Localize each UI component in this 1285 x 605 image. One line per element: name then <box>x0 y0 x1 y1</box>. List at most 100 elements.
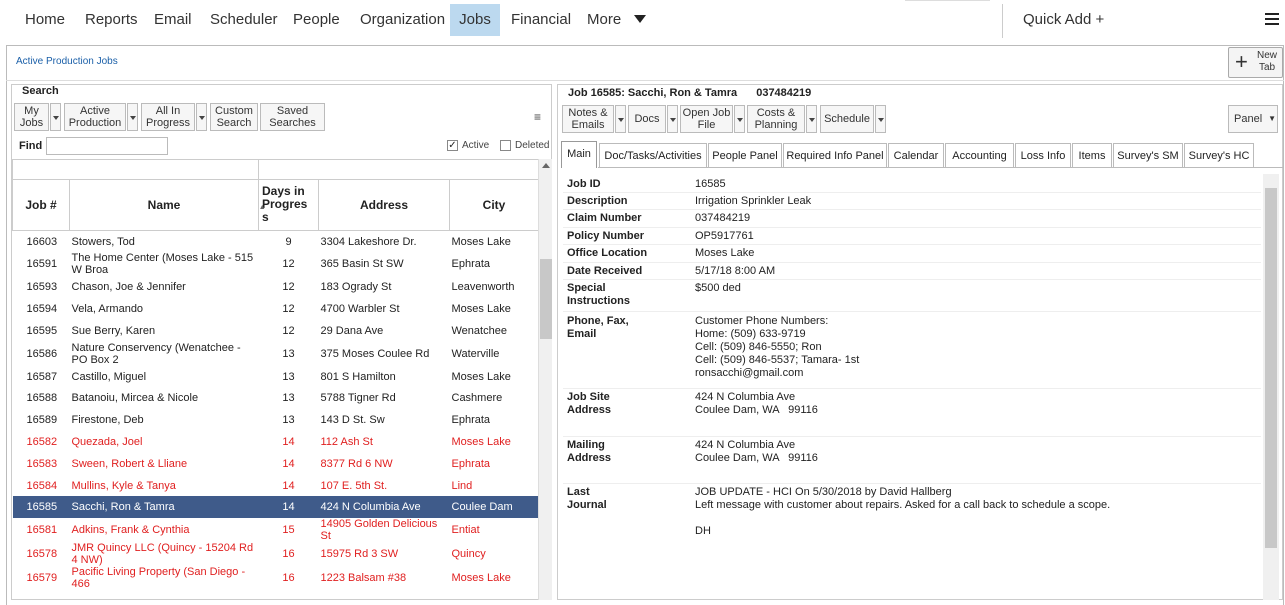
divider <box>563 209 1261 210</box>
nav-scheduler[interactable]: Scheduler <box>202 4 286 36</box>
column-header-days[interactable]: Days in Progres s▲ <box>258 179 319 231</box>
breadcrumb[interactable]: Active Production Jobs <box>16 56 118 67</box>
column-header-job[interactable]: Job # <box>12 179 70 231</box>
chevron-down-icon[interactable] <box>615 105 626 133</box>
tab-required-info[interactable]: Required Info Panel <box>783 143 887 167</box>
quick-add-button[interactable]: Quick Add + <box>1015 4 1112 36</box>
details-scrollbar[interactable] <box>1263 174 1279 600</box>
schedule-button[interactable]: Schedule <box>820 105 874 133</box>
cell-address: 3304 Lakeshore Dr. <box>320 235 417 248</box>
table-row[interactable]: 16579 Pacific Living Property (San Diego … <box>13 566 539 590</box>
tab-surveys-hc[interactable]: Survey's HC <box>1184 143 1254 167</box>
cell-address: 424 N Columbia Ave <box>318 496 450 519</box>
chevron-down-icon[interactable] <box>734 105 745 133</box>
table-row-selected[interactable]: 16585 Sacchi, Ron & Tamra 14 424 N Columbia… <box>12 496 538 519</box>
chevron-down-icon[interactable] <box>875 105 886 133</box>
table-row[interactable]: 16587 Castillo, Miguel 13 801 S Hamilton Mos… <box>13 366 539 388</box>
nav-reports[interactable]: Reports <box>77 4 146 36</box>
table-row[interactable]: 16593 Chason, Joe & Jennifer 12 183 Ogrady … <box>13 276 539 298</box>
new-tab-button[interactable]: + New Tab <box>1228 47 1283 78</box>
panel-button[interactable]: Panel ▼ <box>1228 105 1278 133</box>
divider <box>563 227 1261 228</box>
field-value: OP5917761 <box>695 230 754 242</box>
nav-jobs[interactable]: Jobs <box>450 4 500 36</box>
active-checkbox[interactable]: ✓ <box>447 140 458 151</box>
cell-address: 4700 Warbler St <box>320 302 400 315</box>
deleted-checkbox[interactable] <box>500 140 511 151</box>
active-production-button[interactable]: Active Production <box>64 103 126 131</box>
nav-home[interactable]: Home <box>17 4 73 36</box>
tab-doc-tasks[interactable]: Doc/Tasks/Activities <box>599 143 707 167</box>
docs-button[interactable]: Docs <box>628 105 666 133</box>
costs-planning-button[interactable]: Costs & Planning <box>747 105 805 133</box>
table-row[interactable]: 16589 Firestone, Deb 13 143 D St. Sw Ephrata <box>13 409 539 431</box>
saved-searches-button[interactable]: Saved Searches <box>260 103 325 131</box>
all-in-progress-button[interactable]: All In Progress <box>141 103 195 131</box>
cell-city: Coulee Dam <box>449 496 538 519</box>
table-row[interactable]: 16578 JMR Quincy LLC (Quincy - 15204 Rd 4… <box>13 542 539 566</box>
search-legend: Search <box>19 85 62 97</box>
chevron-down-icon[interactable] <box>806 105 817 133</box>
cell-days: 12 <box>282 302 295 315</box>
table-row[interactable]: 16595 Sue Berry, Karen 12 29 Dana Ave Wenatc… <box>13 320 539 342</box>
table-row[interactable]: 16582 Quezada, Joel 14 112 Ash St Moses Lake <box>13 431 539 453</box>
open-job-file-button[interactable]: Open Job File <box>680 105 733 133</box>
my-jobs-button[interactable]: My Jobs <box>14 103 49 131</box>
column-header-city[interactable]: City <box>448 179 538 231</box>
tab-calendar[interactable]: Calendar <box>888 143 944 167</box>
divider <box>563 311 1261 312</box>
nav-more[interactable]: More <box>579 4 629 36</box>
table-row[interactable]: 16581 Adkins, Frank & Cynthia 15 14905 Gold… <box>13 518 539 542</box>
field-label: Phone, Fax, Email <box>567 315 629 340</box>
table-row[interactable]: 16584 Mullins, Kyle & Tanya 14 107 E. 5th S… <box>13 475 539 497</box>
nav-email[interactable]: Email <box>146 4 200 36</box>
cell-city: Wenatchee <box>451 324 507 337</box>
table-row[interactable]: 16583 Sween, Robert & Lliane 14 8377 Rd 6 N… <box>13 453 539 475</box>
notes-emails-button[interactable]: Notes & Emails <box>562 105 614 133</box>
list-menu-icon[interactable]: ≡ <box>534 110 541 124</box>
tab-loss-info[interactable]: Loss Info <box>1015 143 1071 167</box>
job-title: Job 16585: Sacchi, Ron & Tamra <box>568 87 738 99</box>
chevron-down-icon[interactable] <box>127 103 138 131</box>
hamburger-menu-icon[interactable] <box>1265 13 1279 28</box>
table-row[interactable]: 16591 The Home Center (Moses Lake - 515 W… <box>13 252 539 276</box>
nav-people[interactable]: People <box>285 4 348 36</box>
column-header-address[interactable]: Address <box>318 179 450 231</box>
grid-scrollbar[interactable] <box>538 159 552 600</box>
chevron-down-icon[interactable] <box>634 15 646 23</box>
table-row[interactable]: 16586 Nature Conservency (Wenatchee - PO … <box>13 342 539 366</box>
tab-items[interactable]: Items <box>1072 143 1112 167</box>
column-header-name[interactable]: Name <box>69 179 259 231</box>
cell-name: Pacific Living Property (San Diego - 466 <box>71 566 246 591</box>
cell-city: Moses Lake <box>451 572 511 585</box>
field-label: Job Site Address <box>567 391 612 416</box>
column-header-days-label: Days in Progres s <box>262 183 308 224</box>
chevron-down-icon[interactable] <box>50 103 61 131</box>
scrollbar-thumb[interactable] <box>1265 188 1277 548</box>
cell-days: 13 <box>282 414 295 427</box>
table-row[interactable]: 16603 Stowers, Tod 9 3304 Lakeshore Dr. Mose… <box>13 231 539 253</box>
tab-surveys-sm[interactable]: Survey's SM <box>1113 143 1183 167</box>
find-input[interactable] <box>46 137 168 155</box>
cell-days: 12 <box>282 281 295 294</box>
tab-main[interactable]: Main <box>561 141 597 168</box>
nav-organization[interactable]: Organization <box>352 4 453 36</box>
cell-name: The Home Center (Moses Lake - 515 W Broa <box>71 252 254 277</box>
table-row[interactable]: 16588 Batanoiu, Mircea & Nicole 13 5788 Tig… <box>13 387 539 409</box>
cell-name: Nature Conservency (Wenatchee - PO Box 2 <box>71 341 241 366</box>
cell-name: Sacchi, Ron & Tamra <box>69 496 259 519</box>
cell-job: 16594 <box>26 302 58 315</box>
chevron-down-icon[interactable] <box>196 103 207 131</box>
table-row[interactable]: 16594 Vela, Armando 12 4700 Warbler St Moses… <box>13 298 539 320</box>
scroll-up-icon[interactable] <box>542 163 550 168</box>
field-value: 424 N Columbia Ave Coulee Dam, WA 99116 <box>695 391 818 416</box>
cell-address: 29 Dana Ave <box>320 324 384 337</box>
sort-asc-icon: ▲ <box>258 203 266 211</box>
custom-search-button[interactable]: Custom Search <box>210 103 258 131</box>
chevron-down-icon[interactable] <box>667 105 678 133</box>
nav-financial[interactable]: Financial <box>503 4 579 36</box>
tab-accounting[interactable]: Accounting <box>945 143 1014 167</box>
scrollbar-thumb[interactable] <box>540 259 552 339</box>
divider <box>563 388 1261 389</box>
tab-people-panel[interactable]: People Panel <box>708 143 782 167</box>
